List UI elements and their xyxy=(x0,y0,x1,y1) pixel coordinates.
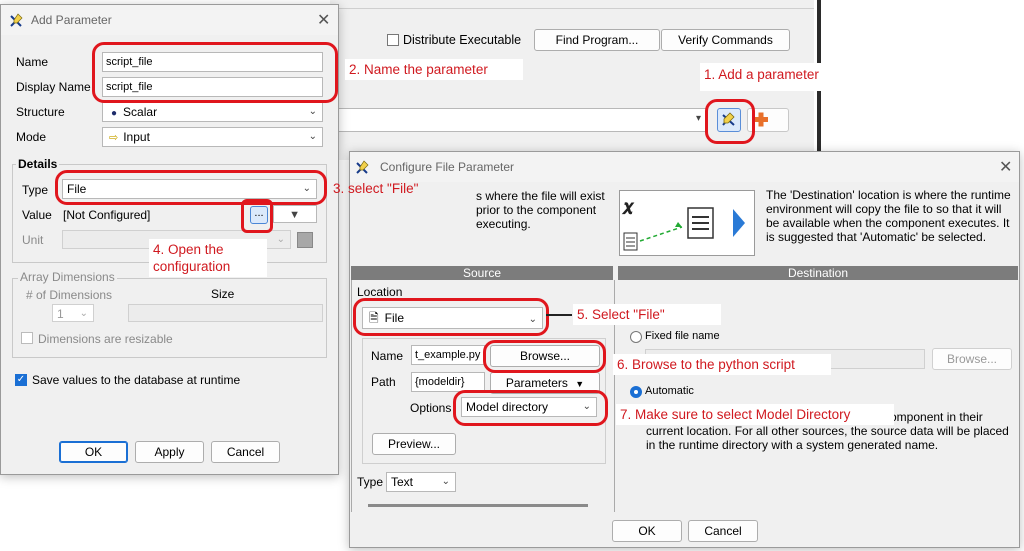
path-field[interactable]: {modeldir} xyxy=(411,372,485,392)
destination-description: The 'Destination' location is where the … xyxy=(766,188,1011,244)
annotation-step-6: 6. Browse to the python script xyxy=(613,354,831,375)
structure-label: Structure xyxy=(16,105,65,119)
horizontal-scrollbar[interactable] xyxy=(368,504,588,507)
close-icon[interactable]: ✕ xyxy=(317,10,330,30)
close-icon[interactable]: ✕ xyxy=(999,157,1012,177)
add-parameter-title: Add Parameter xyxy=(31,13,112,27)
chevron-down-icon: ⌄ xyxy=(441,476,450,487)
annotation-step-4: 4. Open the configuration xyxy=(149,239,267,277)
configure-file-dialog: Configure File Parameter ✕ s where the f… xyxy=(349,151,1020,548)
fixed-file-name-radio[interactable] xyxy=(630,331,642,343)
highlight-name-fields xyxy=(92,42,338,103)
automatic-label: Automatic xyxy=(645,385,694,397)
source-type-combo[interactable]: Text ⌄ xyxy=(386,472,456,492)
command-combo[interactable]: ▾ xyxy=(330,108,707,132)
unit-label: Unit xyxy=(22,233,44,247)
chevron-down-icon: ▾ xyxy=(695,113,701,124)
source-type-label: Type xyxy=(357,475,384,489)
source-name-label: Name xyxy=(371,349,404,363)
unit-picker-icon[interactable] xyxy=(297,232,313,248)
location-label: Location xyxy=(357,285,403,299)
automatic-radio[interactable] xyxy=(630,386,642,398)
chevron-down-icon: ⌄ xyxy=(276,234,285,245)
save-values-label: Save values to the database at runtime xyxy=(32,373,241,387)
mode-combo[interactable]: ⇨ Input ⌄ xyxy=(102,127,323,147)
annotation-step-2: 2. Name the parameter xyxy=(345,59,523,80)
chevron-down-icon: ⌄ xyxy=(308,131,317,142)
find-program-button[interactable]: Find Program... xyxy=(534,29,660,51)
num-dimensions-combo[interactable]: 1 ⌄ xyxy=(52,304,94,322)
type-label: Type xyxy=(22,183,49,197)
num-dimensions-label: # of Dimensions xyxy=(26,288,113,302)
annotation-connector xyxy=(546,314,572,316)
size-label: Size xyxy=(211,287,235,301)
name-label: Name xyxy=(16,55,49,69)
verify-commands-button[interactable]: Verify Commands xyxy=(661,29,790,51)
annotation-step-7: 7. Make sure to select Model Directory xyxy=(616,404,894,425)
annotation-step-1: 1. Add a parameter xyxy=(700,63,900,91)
mode-value: Input xyxy=(123,130,150,144)
structure-value: Scalar xyxy=(123,105,158,119)
source-header: Source xyxy=(351,266,613,280)
highlight-location-combo xyxy=(353,298,549,336)
apply-button[interactable]: Apply xyxy=(135,441,204,463)
resizable-checkbox[interactable] xyxy=(21,332,33,344)
annotation-step-5: 5. Select "File" xyxy=(573,304,721,325)
svg-text:𝝌: 𝝌 xyxy=(621,197,635,215)
distribute-executable-label: Distribute Executable xyxy=(403,33,522,47)
destination-browse-button[interactable]: Browse... xyxy=(932,348,1012,370)
annotation-step-3: 3. select "File" xyxy=(333,181,419,196)
value-dropdown[interactable]: ▼ xyxy=(273,205,317,223)
configure-file-title: Configure File Parameter xyxy=(380,160,515,174)
value-text: [Not Configured] xyxy=(63,208,151,222)
size-field[interactable] xyxy=(128,304,323,322)
array-dimensions-label: Array Dimensions xyxy=(18,270,117,284)
destination-header: Destination xyxy=(618,266,1018,280)
path-label: Path xyxy=(371,375,396,389)
intro-text: s where the file will exist prior to the… xyxy=(476,189,605,231)
app-icon xyxy=(10,13,23,27)
save-values-checkbox[interactable]: ✓ xyxy=(15,374,27,386)
configure-cancel-button[interactable]: Cancel xyxy=(688,520,758,542)
ok-button[interactable]: OK xyxy=(59,441,128,463)
highlight-type-combo xyxy=(55,170,327,205)
options-label: Options xyxy=(410,401,452,415)
structure-combo[interactable]: ● Scalar ⌄ xyxy=(102,102,323,122)
num-dimensions-value: 1 xyxy=(57,307,64,321)
file-copy-diagram: 𝝌 xyxy=(619,190,755,256)
chevron-down-icon: ▼ xyxy=(575,379,585,389)
details-label: Details xyxy=(16,157,60,171)
chevron-down-icon: ⌄ xyxy=(308,106,317,117)
preview-button[interactable]: Preview... xyxy=(372,433,456,455)
highlight-add-parameter xyxy=(705,99,755,144)
background-panel-divider xyxy=(330,0,814,9)
chevron-down-icon: ▼ xyxy=(289,209,300,221)
app-icon xyxy=(356,160,369,174)
diagram-graphic: 𝝌 xyxy=(621,197,745,251)
input-mode-icon: ⇨ xyxy=(109,132,119,144)
distribute-executable-checkbox[interactable] xyxy=(387,34,399,46)
display-name-label: Display Name xyxy=(16,80,91,94)
highlight-browse-button xyxy=(483,340,606,373)
chevron-down-icon: ⌄ xyxy=(79,308,88,319)
highlight-value-button xyxy=(241,199,273,233)
configure-ok-button[interactable]: OK xyxy=(612,520,682,542)
value-label: Value xyxy=(22,208,52,222)
resizable-label: Dimensions are resizable xyxy=(38,332,173,346)
cancel-button[interactable]: Cancel xyxy=(211,441,280,463)
highlight-options-combo xyxy=(453,390,608,426)
mode-label: Mode xyxy=(16,130,47,144)
parameters-label: Parameters xyxy=(505,376,568,390)
source-name-field[interactable]: t_example.py xyxy=(411,345,485,365)
add-parameter-titlebar: Add Parameter ✕ xyxy=(1,5,338,35)
scalar-bullet-icon: ● xyxy=(111,108,118,119)
fixed-file-name-label: Fixed file name xyxy=(645,330,720,342)
source-type-value: Text xyxy=(391,475,414,489)
